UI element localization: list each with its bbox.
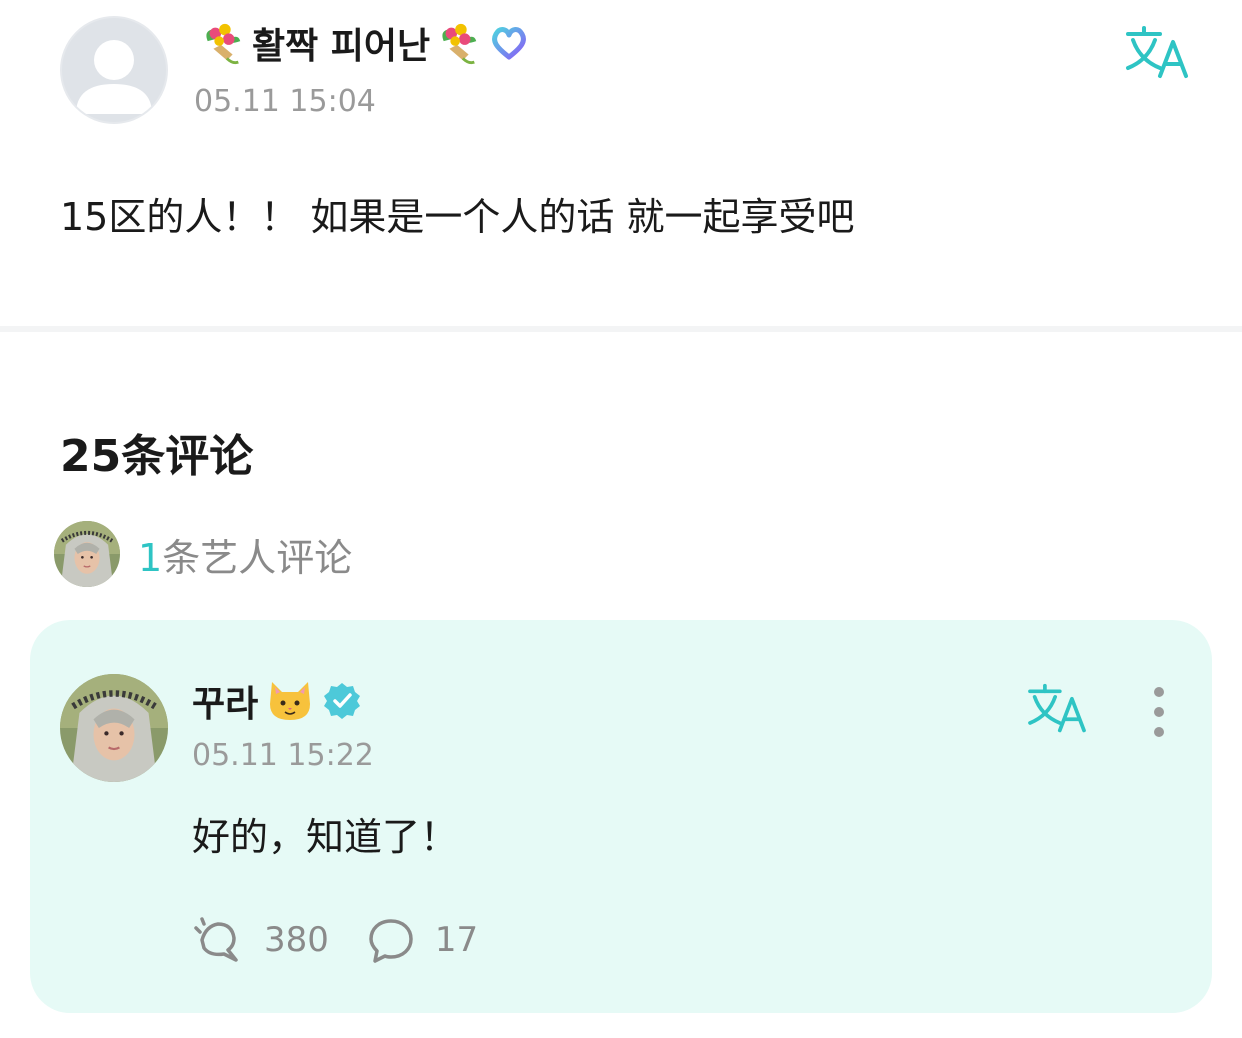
heart-badge-icon	[492, 27, 527, 60]
comment-text: 好的，知道了！	[192, 815, 459, 859]
artist-comments-link[interactable]: 1条艺人评论	[54, 520, 352, 588]
post-author-name-text: 활짝 피어난	[252, 26, 431, 67]
translate-icon[interactable]	[1026, 682, 1088, 736]
artist-comments-count: 1	[138, 535, 163, 580]
post-timestamp: 05.11 15:04	[194, 84, 376, 119]
post-header: 활짝 피어난 05.11 15:04	[60, 16, 1190, 128]
section-divider	[0, 326, 1242, 332]
like-button[interactable]: 380	[192, 916, 329, 964]
reply-button[interactable]: 17	[367, 917, 478, 963]
artist-avatar	[54, 521, 120, 587]
artist-comments-text: 条艺人评论	[162, 535, 353, 580]
default-avatar-icon[interactable]	[60, 16, 168, 124]
comment-avatar[interactable]	[60, 674, 168, 782]
like-icon	[194, 917, 238, 962]
comment-timestamp: 05.11 15:22	[192, 738, 374, 773]
artist-comment-card: 꾸라 05.11 15:22 好的，知道了！ 380 17	[30, 620, 1212, 1013]
like-count: 380	[264, 920, 329, 960]
comment-actions: 380 17	[192, 916, 516, 964]
bouquet-icon	[200, 20, 246, 66]
comment-author-name: 꾸라	[192, 684, 259, 725]
comment-author[interactable]: 꾸라	[192, 676, 362, 726]
more-options-icon[interactable]	[1144, 684, 1174, 740]
reply-count: 17	[434, 920, 479, 960]
verified-check-icon	[324, 683, 361, 719]
cat-face-icon	[270, 682, 311, 720]
comments-count-title: 25条评论	[60, 431, 254, 482]
translate-icon[interactable]	[1124, 24, 1190, 82]
post-author-name[interactable]: 활짝 피어난	[194, 18, 530, 68]
artist-comments-label: 1条艺人评论	[138, 527, 352, 582]
comment-bubble-icon	[369, 919, 413, 963]
bouquet-icon	[436, 20, 482, 66]
post-body: 15区的人！！ 如果是一个人的话 就一起享受吧	[60, 195, 855, 239]
